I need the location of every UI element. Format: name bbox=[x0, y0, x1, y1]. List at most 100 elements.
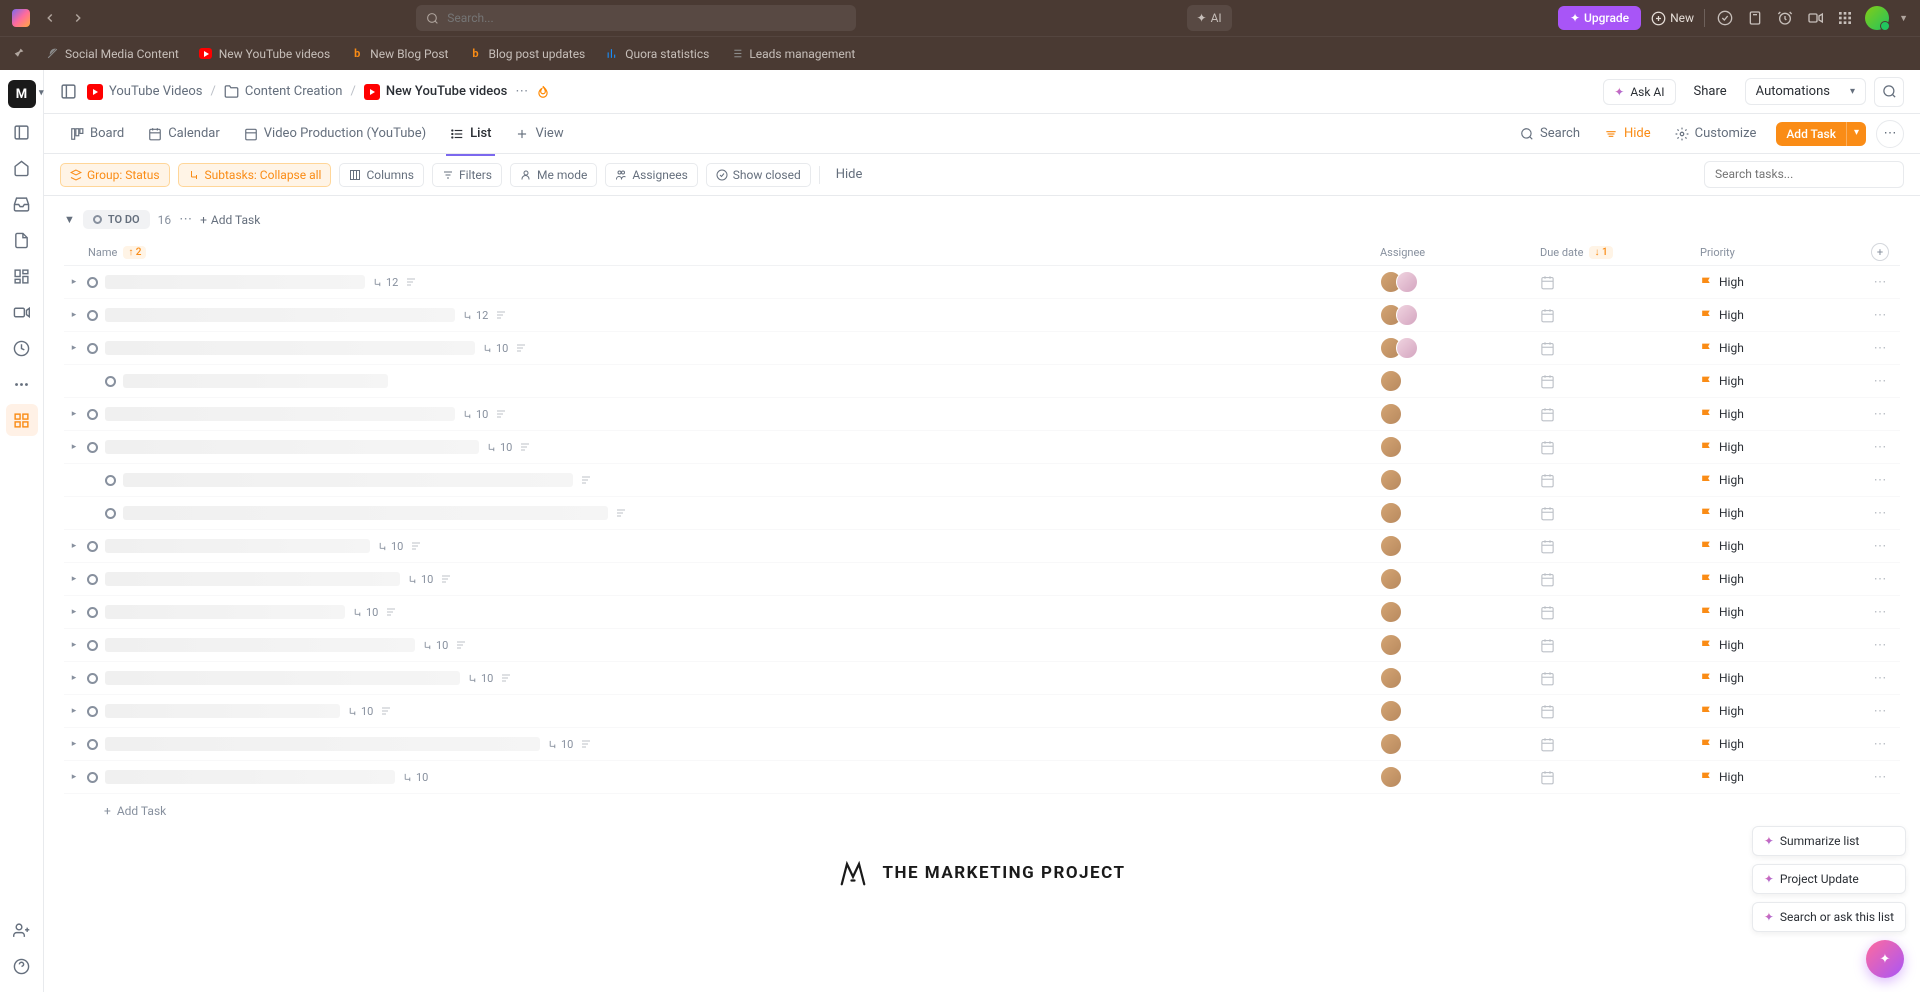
due-date-cell[interactable] bbox=[1540, 605, 1700, 620]
search-button[interactable] bbox=[1874, 77, 1904, 107]
sidebar-inbox-icon[interactable] bbox=[6, 188, 38, 220]
doc-icon[interactable] bbox=[580, 738, 592, 750]
priority-cell[interactable]: High bbox=[1700, 275, 1860, 289]
status-circle[interactable] bbox=[87, 607, 98, 618]
priority-cell[interactable]: High bbox=[1700, 572, 1860, 586]
doc-icon[interactable] bbox=[495, 408, 507, 420]
filter-subtasks[interactable]: Subtasks: Collapse all bbox=[178, 163, 332, 187]
task-row[interactable]: ▸ 10 High ⋯ bbox=[64, 431, 1900, 464]
avatar[interactable] bbox=[1396, 304, 1418, 326]
app-logo[interactable] bbox=[12, 9, 30, 27]
view-tab-video-production-youtube-[interactable]: Video Production (YouTube) bbox=[234, 120, 436, 147]
task-name-blurred[interactable] bbox=[105, 770, 395, 784]
row-more-icon[interactable]: ⋯ bbox=[1860, 341, 1900, 356]
doc-icon[interactable] bbox=[515, 342, 527, 354]
task-name-blurred[interactable] bbox=[123, 473, 573, 487]
priority-cell[interactable]: High bbox=[1700, 770, 1860, 784]
record-icon[interactable] bbox=[1805, 8, 1825, 28]
task-name-blurred[interactable] bbox=[105, 440, 479, 454]
assignee-cell[interactable] bbox=[1380, 568, 1540, 590]
filter-show-closed[interactable]: Show closed bbox=[706, 163, 811, 187]
avatar[interactable] bbox=[1380, 469, 1402, 491]
status-circle[interactable] bbox=[87, 640, 98, 651]
task-row[interactable]: ▸ 10 High ⋯ bbox=[64, 629, 1900, 662]
due-date-cell[interactable] bbox=[1540, 341, 1700, 356]
row-more-icon[interactable]: ⋯ bbox=[1860, 638, 1900, 653]
task-row[interactable]: ▸ 12 High ⋯ bbox=[64, 299, 1900, 332]
row-more-icon[interactable]: ⋯ bbox=[1860, 440, 1900, 455]
user-avatar[interactable] bbox=[1865, 6, 1889, 30]
fab-button[interactable]: ✦ bbox=[1866, 940, 1904, 978]
priority-cell[interactable]: High bbox=[1700, 407, 1860, 421]
automations-button[interactable]: Automations▾ bbox=[1745, 78, 1866, 105]
status-circle[interactable] bbox=[87, 541, 98, 552]
doc-icon[interactable] bbox=[495, 309, 507, 321]
subtask-count[interactable]: 10 bbox=[377, 540, 403, 553]
row-more-icon[interactable]: ⋯ bbox=[1860, 671, 1900, 686]
upgrade-button[interactable]: ✦ Upgrade bbox=[1558, 6, 1641, 30]
task-name-blurred[interactable] bbox=[105, 539, 370, 553]
subtask-count[interactable]: 10 bbox=[547, 738, 573, 751]
row-more-icon[interactable]: ⋯ bbox=[1860, 704, 1900, 719]
subtask-count[interactable]: 10 bbox=[402, 771, 428, 784]
avatar[interactable] bbox=[1396, 337, 1418, 359]
task-name-blurred[interactable] bbox=[105, 308, 455, 322]
doc-icon[interactable] bbox=[380, 705, 392, 717]
view-search-button[interactable]: Search bbox=[1510, 121, 1590, 146]
status-circle[interactable] bbox=[105, 376, 116, 387]
pin-icon[interactable] bbox=[12, 47, 25, 60]
notepad-icon[interactable] bbox=[1745, 8, 1765, 28]
status-circle[interactable] bbox=[87, 277, 98, 288]
due-date-cell[interactable] bbox=[1540, 473, 1700, 488]
row-more-icon[interactable]: ⋯ bbox=[1860, 605, 1900, 620]
summarize-button[interactable]: ✦Summarize list bbox=[1752, 826, 1906, 856]
task-row[interactable]: ▸ High ⋯ bbox=[64, 497, 1900, 530]
doc-icon[interactable] bbox=[500, 672, 512, 684]
assignee-cell[interactable] bbox=[1380, 337, 1540, 359]
doc-icon[interactable] bbox=[410, 540, 422, 552]
assignee-cell[interactable] bbox=[1380, 502, 1540, 524]
task-row[interactable]: ▸ 10 High ⋯ bbox=[64, 728, 1900, 761]
filter-columns[interactable]: Columns bbox=[339, 163, 424, 187]
view-more-button[interactable]: ⋯ bbox=[1876, 120, 1904, 148]
task-name-blurred[interactable] bbox=[105, 737, 540, 751]
avatar[interactable] bbox=[1380, 436, 1402, 458]
priority-cell[interactable]: High bbox=[1700, 341, 1860, 355]
doc-icon[interactable] bbox=[385, 606, 397, 618]
priority-cell[interactable]: High bbox=[1700, 440, 1860, 454]
column-name[interactable]: Name↑ 2 bbox=[64, 246, 1380, 259]
expand-icon[interactable]: ▸ bbox=[68, 310, 80, 320]
avatar[interactable] bbox=[1380, 502, 1402, 524]
avatar[interactable] bbox=[1380, 568, 1402, 590]
avatar[interactable] bbox=[1380, 766, 1402, 788]
breadcrumb-item[interactable]: Content Creation bbox=[224, 84, 343, 99]
nav-forward[interactable] bbox=[66, 6, 90, 30]
add-column[interactable]: + bbox=[1860, 243, 1900, 261]
task-row[interactable]: ▸ 10 High ⋯ bbox=[64, 530, 1900, 563]
sidebar-timesheets-icon[interactable] bbox=[6, 332, 38, 364]
row-more-icon[interactable]: ⋯ bbox=[1860, 506, 1900, 521]
status-circle[interactable] bbox=[87, 772, 98, 783]
view-hide-button[interactable]: Hide bbox=[1594, 121, 1661, 146]
priority-cell[interactable]: High bbox=[1700, 737, 1860, 751]
workspace-icon[interactable]: M▾ bbox=[8, 80, 36, 108]
status-circle[interactable] bbox=[87, 310, 98, 321]
due-date-cell[interactable] bbox=[1540, 374, 1700, 389]
due-date-cell[interactable] bbox=[1540, 440, 1700, 455]
add-task-link[interactable]: +Add Task bbox=[200, 213, 260, 227]
row-more-icon[interactable]: ⋯ bbox=[1860, 770, 1900, 785]
sidebar-clips-icon[interactable] bbox=[6, 296, 38, 328]
doc-icon[interactable] bbox=[455, 639, 467, 651]
status-circle[interactable] bbox=[105, 475, 116, 486]
subtask-count[interactable]: 10 bbox=[467, 672, 493, 685]
chevron-down-icon[interactable]: ▼ bbox=[1899, 13, 1908, 24]
row-more-icon[interactable]: ⋯ bbox=[1860, 308, 1900, 323]
assignee-cell[interactable] bbox=[1380, 436, 1540, 458]
priority-cell[interactable]: High bbox=[1700, 539, 1860, 553]
status-circle[interactable] bbox=[87, 409, 98, 420]
status-circle[interactable] bbox=[87, 343, 98, 354]
task-row[interactable]: ▸ 10 High ⋯ bbox=[64, 596, 1900, 629]
share-button[interactable]: Share bbox=[1684, 79, 1737, 104]
filter-me-mode[interactable]: Me mode bbox=[510, 163, 597, 187]
column-due-date[interactable]: Due date↓ 1 bbox=[1540, 246, 1700, 259]
